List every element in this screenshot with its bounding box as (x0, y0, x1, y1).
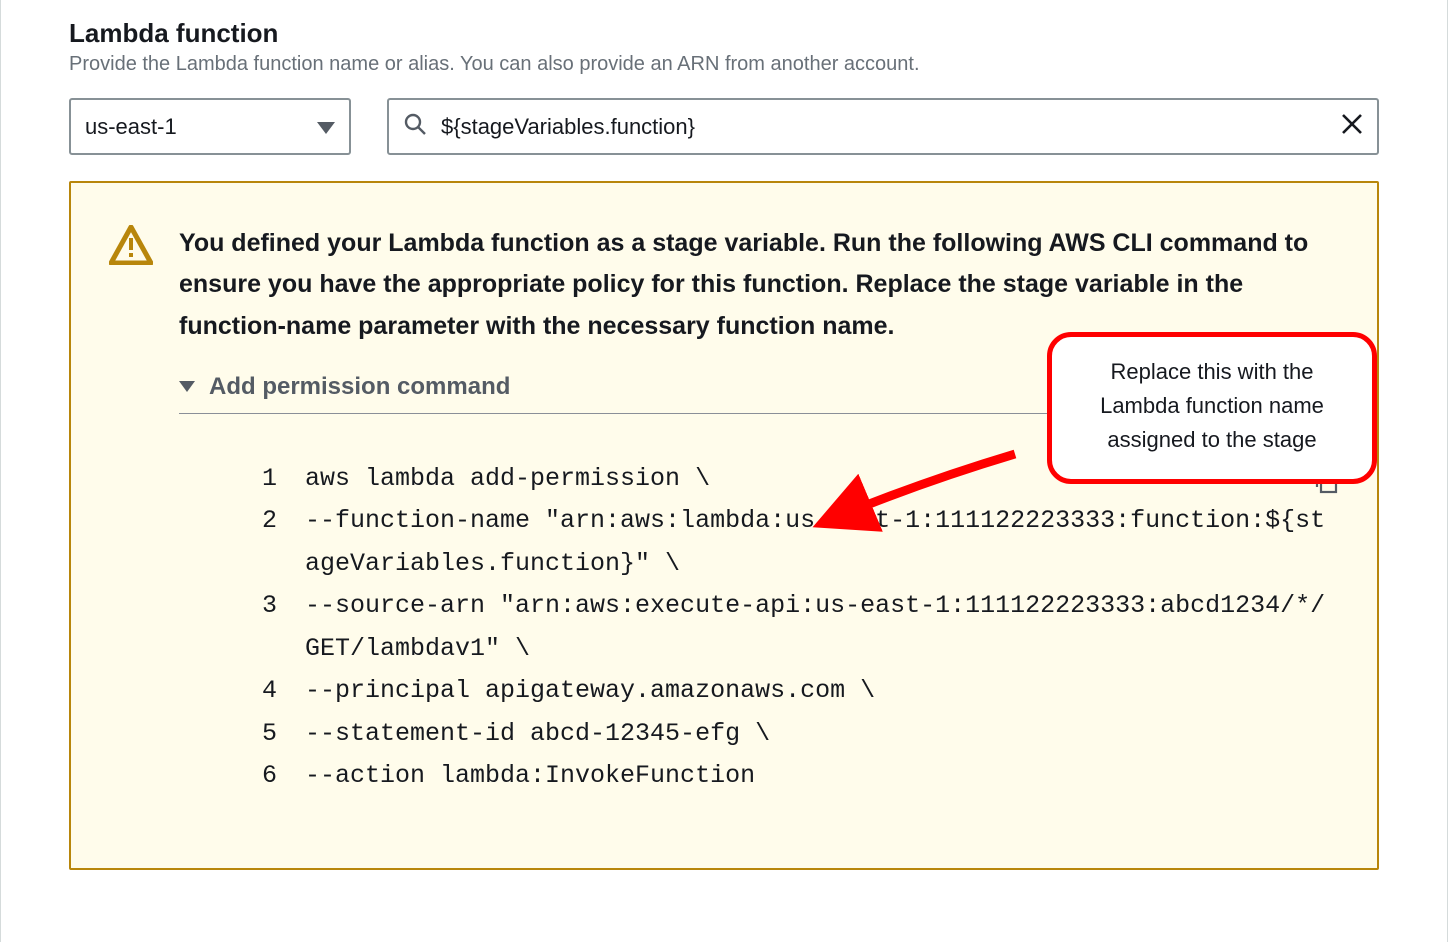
line-number: 1 (249, 458, 305, 501)
page-container: Lambda function Provide the Lambda funct… (0, 0, 1448, 942)
code-line: 6--action lambda:InvokeFunction (249, 755, 1339, 798)
code-text: --principal apigateway.amazonaws.com \ (305, 670, 1339, 713)
code-line: 5--statement-id abcd-12345-efg \ (249, 713, 1339, 756)
clear-input-button[interactable] (1341, 113, 1363, 141)
warning-alert: You defined your Lambda function as a st… (69, 181, 1379, 870)
caret-down-icon (317, 114, 335, 140)
region-select[interactable]: us-east-1 (69, 98, 351, 155)
inputs-row: us-east-1 ${stageVariables.function} (69, 98, 1379, 155)
section-description: Provide the Lambda function name or alia… (69, 53, 1379, 76)
lambda-function-value: ${stageVariables.function} (441, 114, 1327, 140)
alert-header: You defined your Lambda function as a st… (109, 223, 1339, 347)
line-number: 2 (249, 500, 305, 585)
region-select-value: us-east-1 (85, 114, 177, 140)
code-line: 2--function-name "arn:aws:lambda:us-east… (249, 500, 1339, 585)
warning-icon (109, 225, 153, 270)
code-block: 1aws lambda add-permission \ 2--function… (249, 458, 1339, 798)
callout-text: Replace this with the Lambda function na… (1047, 332, 1377, 484)
expander-title: Add permission command (209, 373, 510, 401)
code-line: 3--source-arn "arn:aws:execute-api:us-ea… (249, 585, 1339, 670)
code-line: 4--principal apigateway.amazonaws.com \ (249, 670, 1339, 713)
caret-down-icon (179, 376, 195, 397)
alert-title: You defined your Lambda function as a st… (179, 223, 1339, 347)
line-number: 6 (249, 755, 305, 798)
line-number: 5 (249, 713, 305, 756)
code-text: --action lambda:InvokeFunction (305, 755, 1339, 798)
code-text: --source-arn "arn:aws:execute-api:us-eas… (305, 585, 1339, 670)
annotation-callout: Replace this with the Lambda function na… (1047, 332, 1377, 484)
search-icon (403, 112, 427, 142)
line-number: 4 (249, 670, 305, 713)
section-title: Lambda function (69, 18, 1379, 49)
line-number: 3 (249, 585, 305, 670)
code-text: --function-name "arn:aws:lambda:us-east-… (305, 500, 1339, 585)
code-text: --statement-id abcd-12345-efg \ (305, 713, 1339, 756)
lambda-function-input[interactable]: ${stageVariables.function} (387, 98, 1379, 155)
